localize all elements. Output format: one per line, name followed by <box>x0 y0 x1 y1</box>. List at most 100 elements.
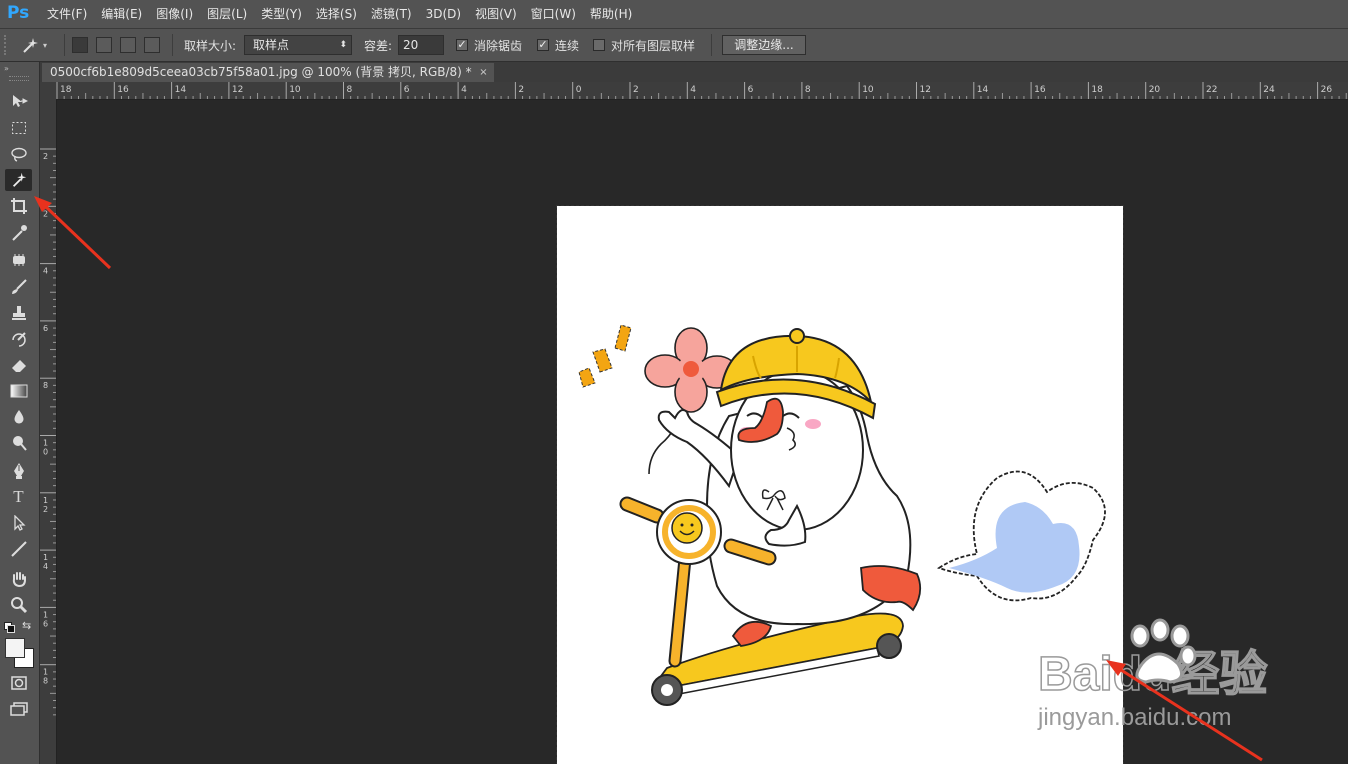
sample-all-layers-checkbox[interactable] <box>593 39 605 51</box>
ruler-label: 2 <box>633 85 639 95</box>
close-icon[interactable]: × <box>479 63 487 82</box>
healing-brush-icon[interactable] <box>5 249 32 271</box>
magic-wand-icon <box>23 38 38 53</box>
sample-size-select[interactable]: 取样点 ⬍ <box>244 35 352 55</box>
divider <box>711 34 712 56</box>
history-brush-icon[interactable] <box>5 328 32 350</box>
menu-file[interactable]: 文件(F) <box>40 0 94 28</box>
menu-bar: Ps 文件(F) 编辑(E) 图像(I) 图层(L) 类型(Y) 选择(S) 滤… <box>0 0 1348 29</box>
menu-view[interactable]: 视图(V) <box>468 0 524 28</box>
menu-3d[interactable]: 3D(D) <box>419 0 468 28</box>
lasso-icon[interactable] <box>5 143 32 165</box>
menu-edit[interactable]: 编辑(E) <box>94 0 149 28</box>
path-selection-icon[interactable] <box>5 512 32 534</box>
divider <box>172 34 173 56</box>
refine-edge-button[interactable]: 调整边缘... <box>722 35 806 55</box>
subtract-from-selection-button[interactable] <box>120 37 136 53</box>
ruler-label: 1 <box>43 668 48 677</box>
ruler-label: 0 <box>43 448 48 457</box>
document-tab-title: 0500cf6b1e809d5ceea03cb75f58a01.jpg @ 10… <box>50 65 472 79</box>
tolerance-label: 容差: <box>364 39 393 53</box>
quick-mask-icon[interactable] <box>5 672 32 694</box>
blur-icon[interactable] <box>5 406 32 428</box>
magic-wand-icon[interactable] <box>5 169 32 191</box>
ruler-label: 18 <box>60 85 72 95</box>
options-bar: ▾ 取样大小: 取样点 ⬍ 容差: 20 ✓ 消除锯齿 ✓ 连续 对所有图层取样… <box>0 29 1348 62</box>
marquee-icon[interactable] <box>5 117 32 139</box>
swap-colors-icon[interactable]: ⇆ <box>22 619 31 632</box>
ruler-label: 20 <box>1149 85 1161 95</box>
menu-layer[interactable]: 图层(L) <box>200 0 254 28</box>
intersect-selection-button[interactable] <box>144 37 160 53</box>
photoshop-logo: Ps <box>7 3 30 23</box>
document-tab[interactable]: 0500cf6b1e809d5ceea03cb75f58a01.jpg @ 10… <box>42 63 494 82</box>
sample-size-value: 取样点 <box>253 38 290 52</box>
ruler-label: 8 <box>43 381 48 390</box>
ruler-ticks: 18 16 14 12 10 8 6 4 2 0 2 4 6 8 10 12 14 16 18 20 22 24 26 <box>56 82 1347 99</box>
ruler-label: 12 <box>232 85 243 95</box>
sample-all-layers-label: 对所有图层取样 <box>611 39 696 53</box>
ruler-label: 4 <box>690 85 696 95</box>
ruler-label: 0 <box>576 85 582 95</box>
vertical-ruler[interactable]: 224681012141618 <box>40 99 57 764</box>
menu-select[interactable]: 选择(S) <box>309 0 364 28</box>
horizontal-ruler[interactable]: 18 16 14 12 10 8 6 4 2 0 2 4 6 8 10 12 14 16 18 20 22 24 26 <box>40 82 1348 100</box>
dodge-icon[interactable] <box>5 432 32 454</box>
ruler-label: 8 <box>805 85 811 95</box>
new-selection-button[interactable] <box>72 37 88 53</box>
options-grip[interactable] <box>4 35 10 55</box>
ruler-label: 2 <box>43 505 48 514</box>
contiguous-checkbox[interactable]: ✓ <box>537 39 549 51</box>
ruler-label: 6 <box>404 85 410 95</box>
antialias-checkbox[interactable]: ✓ <box>456 39 468 51</box>
ruler-label: 24 <box>1263 85 1275 95</box>
type-icon[interactable]: T <box>5 486 32 508</box>
tolerance-input[interactable]: 20 <box>398 35 444 55</box>
move-icon[interactable] <box>5 90 32 112</box>
foreground-color-swatch[interactable] <box>5 638 25 658</box>
screen-mode-icon[interactable] <box>5 698 32 720</box>
ruler-label: 8 <box>347 85 353 95</box>
tool-preset-picker[interactable]: ▾ <box>20 35 56 55</box>
line-icon[interactable] <box>5 538 32 560</box>
menu-type[interactable]: 类型(Y) <box>254 0 309 28</box>
ruler-label: 16 <box>1034 85 1046 95</box>
ruler-label: 2 <box>518 85 524 95</box>
chevron-down-icon: ▾ <box>43 40 48 50</box>
ruler-label: 22 <box>1206 85 1217 95</box>
eraser-icon[interactable] <box>5 354 32 376</box>
panel-grip[interactable] <box>9 76 29 81</box>
zoom-icon[interactable] <box>5 594 32 616</box>
ruler-label: 10 <box>289 85 301 95</box>
menu-image[interactable]: 图像(I) <box>149 0 200 28</box>
eyedropper-icon[interactable] <box>5 222 32 244</box>
brush-icon[interactable] <box>5 276 32 298</box>
menu-window[interactable]: 窗口(W) <box>524 0 583 28</box>
add-to-selection-button[interactable] <box>96 37 112 53</box>
ruler-label: 6 <box>43 619 48 628</box>
gradient-icon[interactable] <box>5 380 32 402</box>
ruler-label: 12 <box>920 85 931 95</box>
ruler-label: 4 <box>43 267 48 276</box>
menu-help[interactable]: 帮助(H) <box>583 0 639 28</box>
default-colors-icon[interactable] <box>4 622 15 633</box>
collapse-panel-icon[interactable]: » <box>4 64 9 73</box>
crop-icon[interactable] <box>5 195 32 217</box>
ruler-label: 2 <box>43 152 48 161</box>
ruler-label: 14 <box>175 85 187 95</box>
ruler-label: 14 <box>977 85 989 95</box>
main-menu: 文件(F) 编辑(E) 图像(I) 图层(L) 类型(Y) 选择(S) 滤镜(T… <box>40 0 639 28</box>
contiguous-label: 连续 <box>555 39 580 53</box>
ruler-label: 1 <box>43 553 48 562</box>
ruler-label: 6 <box>43 324 48 333</box>
ruler-label: 6 <box>748 85 754 95</box>
ruler-label: 2 <box>43 209 48 218</box>
tools-panel: » T ⇆ <box>0 62 40 764</box>
menu-filter[interactable]: 滤镜(T) <box>364 0 419 28</box>
hand-icon[interactable] <box>5 568 32 590</box>
pen-icon[interactable] <box>5 460 32 482</box>
clone-stamp-icon[interactable] <box>5 302 32 324</box>
ruler-label: 4 <box>43 562 48 571</box>
divider <box>64 34 65 56</box>
ruler-label: 18 <box>1091 85 1103 95</box>
